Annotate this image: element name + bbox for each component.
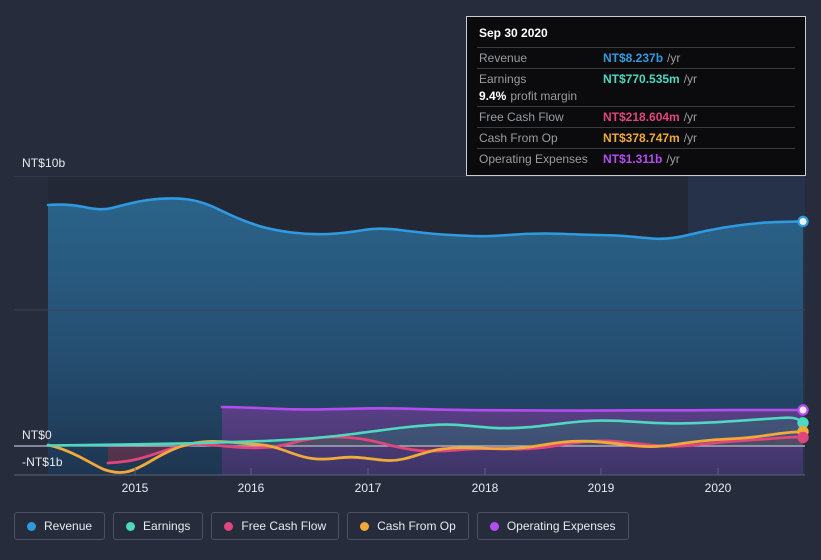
tooltip-unit-earnings: /yr [683,72,698,86]
tooltip-row-profit-margin: 9.4% profit margin [477,89,795,106]
tooltip-label-operating-expenses: Operating Expenses [479,152,588,166]
legend-item-operating-expenses[interactable]: Operating Expenses [476,512,629,540]
tooltip-date: Sep 30 2020 [479,26,548,40]
tooltip-unit-profit-margin: profit margin [510,89,578,103]
tooltip-value-operating-expenses: NT$1.311b [603,152,663,166]
x-axis-label-2017: 2017 [354,481,382,495]
tooltip-value-cash-from-op: NT$378.747m [603,131,680,145]
legend-dot-revenue-icon [27,521,36,531]
tooltip-unit-revenue: /yr [667,51,681,65]
x-axis-label-2019: 2019 [587,481,615,495]
legend-dot-free-cash-flow-icon [224,521,234,531]
tooltip-row-revenue: Revenue NT$8.237b /yr [477,47,795,68]
chart-legend: Revenue Earnings Free Cash Flow Cash Fro… [14,512,629,540]
datapoint-tooltip: Sep 30 2020 Revenue NT$8.237b /yr Earnin… [466,16,806,176]
tooltip-row-free-cash-flow: Free Cash Flow NT$218.604m /yr [477,106,795,127]
tooltip-row-operating-expenses: Operating Expenses NT$1.311b /yr [477,148,795,169]
tooltip-label-earnings: Earnings [479,72,527,86]
legend-label-operating-expenses: Operating Expenses [506,519,616,533]
legend-item-earnings[interactable]: Earnings [113,512,204,540]
endpoint-marker-free-cash-flow [797,431,809,444]
tooltip-value-free-cash-flow: NT$218.604m [603,110,680,124]
endpoint-marker-operating-expenses [797,404,809,416]
tooltip-unit-operating-expenses: /yr [666,152,680,166]
legend-label-revenue: Revenue [44,519,93,533]
tooltip-unit-cash-from-op: /yr [683,131,698,145]
legend-label-earnings: Earnings [143,519,191,533]
legend-dot-operating-expenses-icon [489,521,499,531]
tooltip-value-earnings: NT$770.535m [603,72,680,86]
tooltip-value-profit-margin: 9.4% [479,89,507,103]
tooltip-row-earnings: Earnings NT$770.535m /yr [477,68,795,89]
y-axis-label-top: NT$10b [22,156,66,170]
tooltip-label-free-cash-flow: Free Cash Flow [479,110,564,124]
legend-dot-cash-from-op-icon [360,521,370,531]
x-axis-label-2020: 2020 [704,481,732,495]
x-axis-label-2018: 2018 [471,481,499,495]
legend-item-revenue[interactable]: Revenue [14,512,106,540]
legend-item-cash-from-op[interactable]: Cash From Op [347,512,469,540]
tooltip-value-revenue: NT$8.237b [603,51,664,65]
tooltip-unit-free-cash-flow: /yr [683,110,698,124]
endpoint-marker-revenue [797,215,809,228]
chart-page: NT$10b NT$0 -NT$1b 2015 2016 2017 2018 2… [0,0,821,560]
legend-label-cash-from-op: Cash From Op [377,519,456,533]
x-axis-label-2015: 2015 [121,481,149,495]
x-axis-label-2016: 2016 [237,481,265,495]
y-axis-label-bottom: -NT$1b [22,455,63,469]
legend-dot-earnings-icon [126,521,136,531]
tooltip-label-cash-from-op: Cash From Op [479,131,558,145]
y-axis-label-zero: NT$0 [22,428,52,442]
legend-label-free-cash-flow: Free Cash Flow [241,519,327,533]
tooltip-row-cash-from-op: Cash From Op NT$378.747m /yr [477,127,795,148]
legend-item-free-cash-flow[interactable]: Free Cash Flow [211,512,340,540]
tooltip-label-revenue: Revenue [479,51,528,65]
